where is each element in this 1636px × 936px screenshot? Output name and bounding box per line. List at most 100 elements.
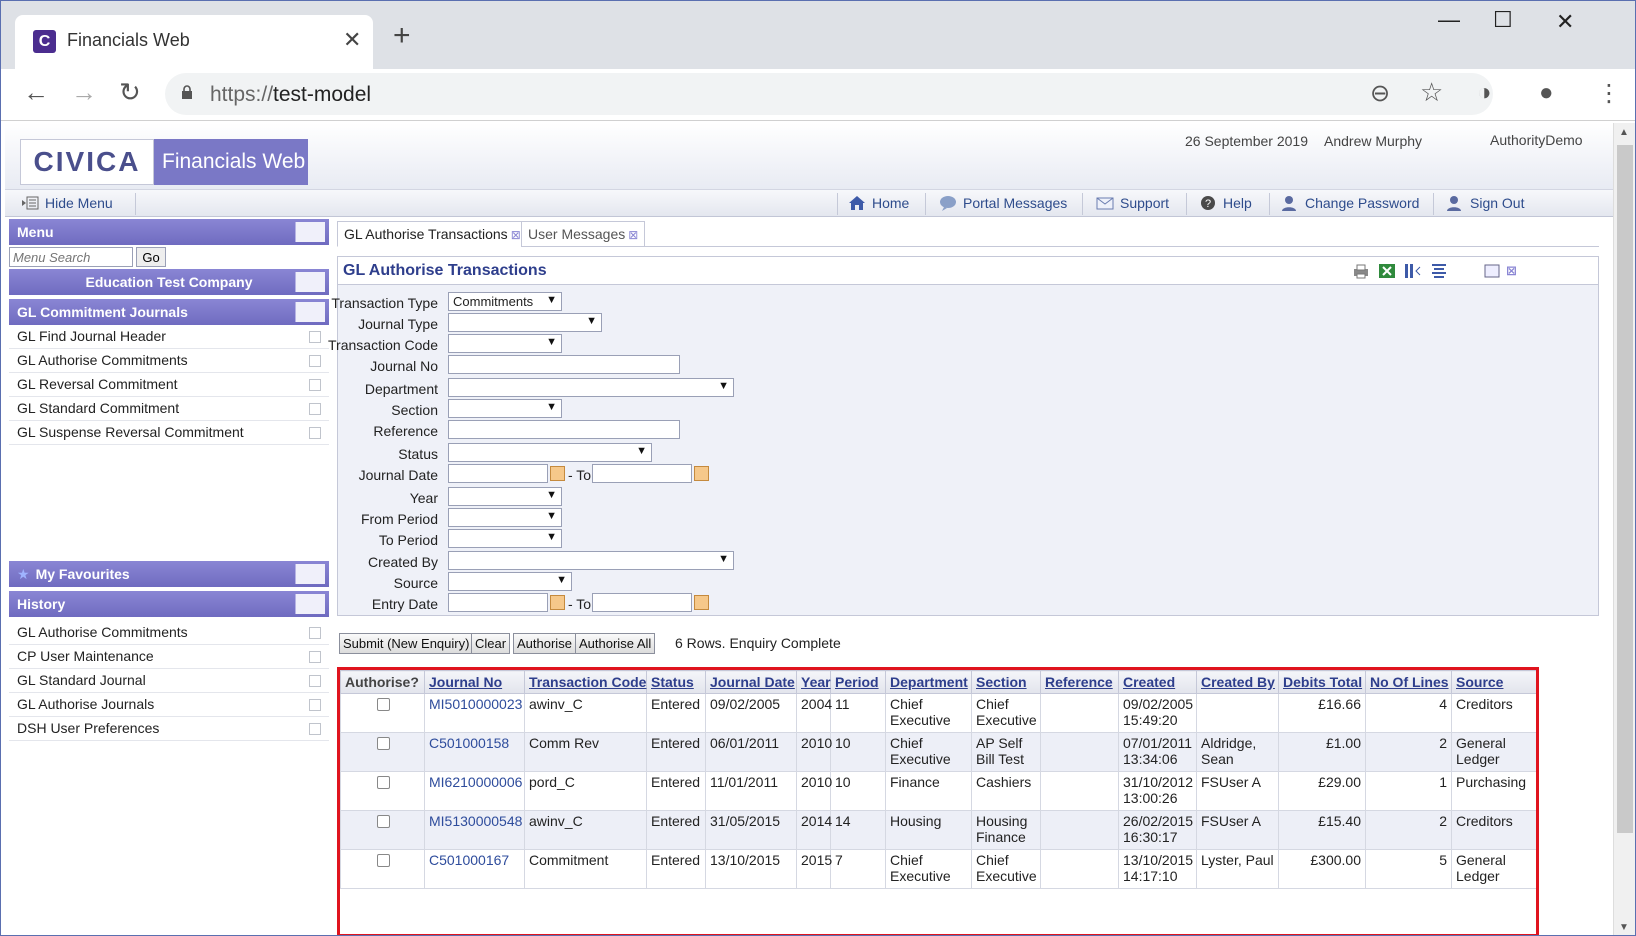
tab-close-icon[interactable]: ⊠ xyxy=(511,228,521,242)
reload-icon[interactable]: ↻ xyxy=(119,77,141,108)
from-period-select[interactable]: ▼ xyxy=(448,508,562,527)
created-by-select[interactable]: ▼ xyxy=(448,551,734,570)
scroll-up-icon[interactable]: ▲ xyxy=(1619,127,1629,138)
journal-no-link[interactable]: C501000158 xyxy=(429,735,509,751)
open-external-icon[interactable] xyxy=(309,651,321,663)
page-scrollbar[interactable]: ▲ ▼ xyxy=(1613,123,1635,935)
journal-date-to-input[interactable] xyxy=(592,464,692,483)
open-external-icon[interactable] xyxy=(309,627,321,639)
close-tab-icon[interactable]: ✕ xyxy=(343,27,361,53)
clear-button[interactable]: Clear xyxy=(471,633,511,654)
open-external-icon[interactable] xyxy=(309,379,321,391)
authorise-button[interactable]: Authorise xyxy=(513,633,576,654)
reference-input[interactable] xyxy=(448,420,680,439)
section-header[interactable]: GL Commitment Journals xyxy=(9,299,329,325)
panel-window-icon[interactable] xyxy=(1484,263,1502,279)
extension-icon[interactable]: ◑ xyxy=(1477,79,1492,107)
menu-go-button[interactable]: Go xyxy=(136,247,166,267)
col-reference[interactable]: Reference xyxy=(1040,670,1119,694)
menu-search-input[interactable] xyxy=(9,247,133,267)
history-item[interactable]: GL Authorise Commitments xyxy=(9,621,329,645)
maximize-icon[interactable]: ☐ xyxy=(1493,7,1513,33)
col-debits-total[interactable]: Debits Total xyxy=(1278,670,1366,694)
col-source[interactable]: Source xyxy=(1451,670,1536,694)
panel-close-icon[interactable]: ⊠ xyxy=(1506,257,1517,285)
submit-button[interactable]: Submit (New Enquiry) xyxy=(339,633,474,654)
year-select[interactable]: ▼ xyxy=(448,487,562,506)
open-external-icon[interactable] xyxy=(309,403,321,415)
history-panel-button-icon[interactable] xyxy=(295,594,325,614)
portal-messages-link[interactable]: Portal Messages xyxy=(939,195,1067,211)
to-period-select[interactable]: ▼ xyxy=(448,529,562,548)
window-close-icon[interactable]: ✕ xyxy=(1556,9,1574,35)
sidebar-item-gl-authorise-commitments[interactable]: GL Authorise Commitments xyxy=(9,349,329,373)
col-period[interactable]: Period xyxy=(830,670,886,694)
sidebar-item-gl-reversal-commitment[interactable]: GL Reversal Commitment xyxy=(9,373,329,397)
profile-icon[interactable]: ● xyxy=(1539,79,1554,107)
section-select[interactable]: ▼ xyxy=(448,399,562,418)
minimize-icon[interactable]: — xyxy=(1438,7,1460,33)
menu-dots-icon[interactable]: ⋮ xyxy=(1597,79,1621,108)
authorise-checkbox[interactable] xyxy=(377,815,390,828)
support-link[interactable]: Support xyxy=(1096,195,1169,211)
journal-date-from-input[interactable] xyxy=(448,464,548,483)
open-external-icon[interactable] xyxy=(309,699,321,711)
change-password-link[interactable]: Change Password xyxy=(1281,195,1419,211)
col-journal-date[interactable]: Journal Date xyxy=(705,670,797,694)
forward-icon[interactable]: → xyxy=(71,77,97,108)
columns-icon[interactable] xyxy=(1404,263,1422,279)
col-created[interactable]: Created xyxy=(1118,670,1197,694)
scroll-down-icon[interactable]: ▼ xyxy=(1619,922,1629,933)
col-transaction-code[interactable]: Transaction Code xyxy=(524,670,647,694)
history-item[interactable]: CP User Maintenance xyxy=(9,645,329,669)
entry-date-to-input[interactable] xyxy=(592,593,692,612)
sidebar-item-gl-standard-commitment[interactable]: GL Standard Commitment xyxy=(9,397,329,421)
sign-out-link[interactable]: Sign Out xyxy=(1446,195,1524,211)
calendar-icon[interactable] xyxy=(550,595,565,610)
sidebar-item-gl-find-journal-header[interactable]: GL Find Journal Header xyxy=(9,325,329,349)
new-tab-icon[interactable]: + xyxy=(393,21,411,51)
calendar-icon[interactable] xyxy=(550,466,565,481)
scrollbar-thumb[interactable] xyxy=(1617,145,1633,833)
history-item[interactable]: DSH User Preferences xyxy=(9,717,329,741)
authorise-all-button[interactable]: Authorise All xyxy=(575,633,656,654)
hide-menu-button[interactable]: Hide Menu xyxy=(21,195,113,211)
status-select[interactable]: ▼ xyxy=(448,443,652,462)
favourites-panel-button-icon[interactable] xyxy=(295,564,325,584)
source-select[interactable]: ▼ xyxy=(448,572,572,591)
authorise-checkbox[interactable] xyxy=(377,698,390,711)
journal-no-link[interactable]: MI5010000023 xyxy=(429,696,522,712)
open-external-icon[interactable] xyxy=(309,331,321,343)
transaction-type-select[interactable]: Commitments ▼ xyxy=(448,292,562,311)
journal-no-link[interactable]: C501000167 xyxy=(429,852,509,868)
open-external-icon[interactable] xyxy=(309,675,321,687)
authorise-checkbox[interactable] xyxy=(377,854,390,867)
history-item[interactable]: GL Standard Journal xyxy=(9,669,329,693)
open-external-icon[interactable] xyxy=(309,355,321,367)
tab-close-icon[interactable]: ⊠ xyxy=(628,228,638,242)
open-external-icon[interactable] xyxy=(309,427,321,439)
col-journal-no[interactable]: Journal No xyxy=(424,670,525,694)
col-department[interactable]: Department xyxy=(885,670,972,694)
col-year[interactable]: Year xyxy=(796,670,831,694)
tab-user-messages[interactable]: User Messages ⊠ xyxy=(521,221,646,247)
history-item[interactable]: GL Authorise Journals xyxy=(9,693,329,717)
section-up-icon[interactable] xyxy=(295,302,325,322)
department-select[interactable]: ▼ xyxy=(448,378,734,397)
filter-rows-icon[interactable] xyxy=(1430,263,1448,279)
calendar-icon[interactable] xyxy=(694,595,709,610)
company-panel-button-icon[interactable] xyxy=(295,272,325,292)
col-status[interactable]: Status xyxy=(646,670,706,694)
journal-no-link[interactable]: MI5130000548 xyxy=(429,813,522,829)
transaction-code-select[interactable]: ▼ xyxy=(448,334,562,353)
menu-panel-button-icon[interactable] xyxy=(295,222,325,242)
excel-export-icon[interactable] xyxy=(1378,263,1396,279)
authorise-checkbox[interactable] xyxy=(377,737,390,750)
journal-type-select[interactable]: ▼ xyxy=(448,313,602,332)
journal-no-input[interactable] xyxy=(448,355,680,374)
print-icon[interactable] xyxy=(1352,263,1370,279)
entry-date-from-input[interactable] xyxy=(448,593,548,612)
col-section[interactable]: Section xyxy=(971,670,1041,694)
col-no-of-lines[interactable]: No Of Lines xyxy=(1365,670,1452,694)
back-icon[interactable]: ← xyxy=(23,77,49,108)
